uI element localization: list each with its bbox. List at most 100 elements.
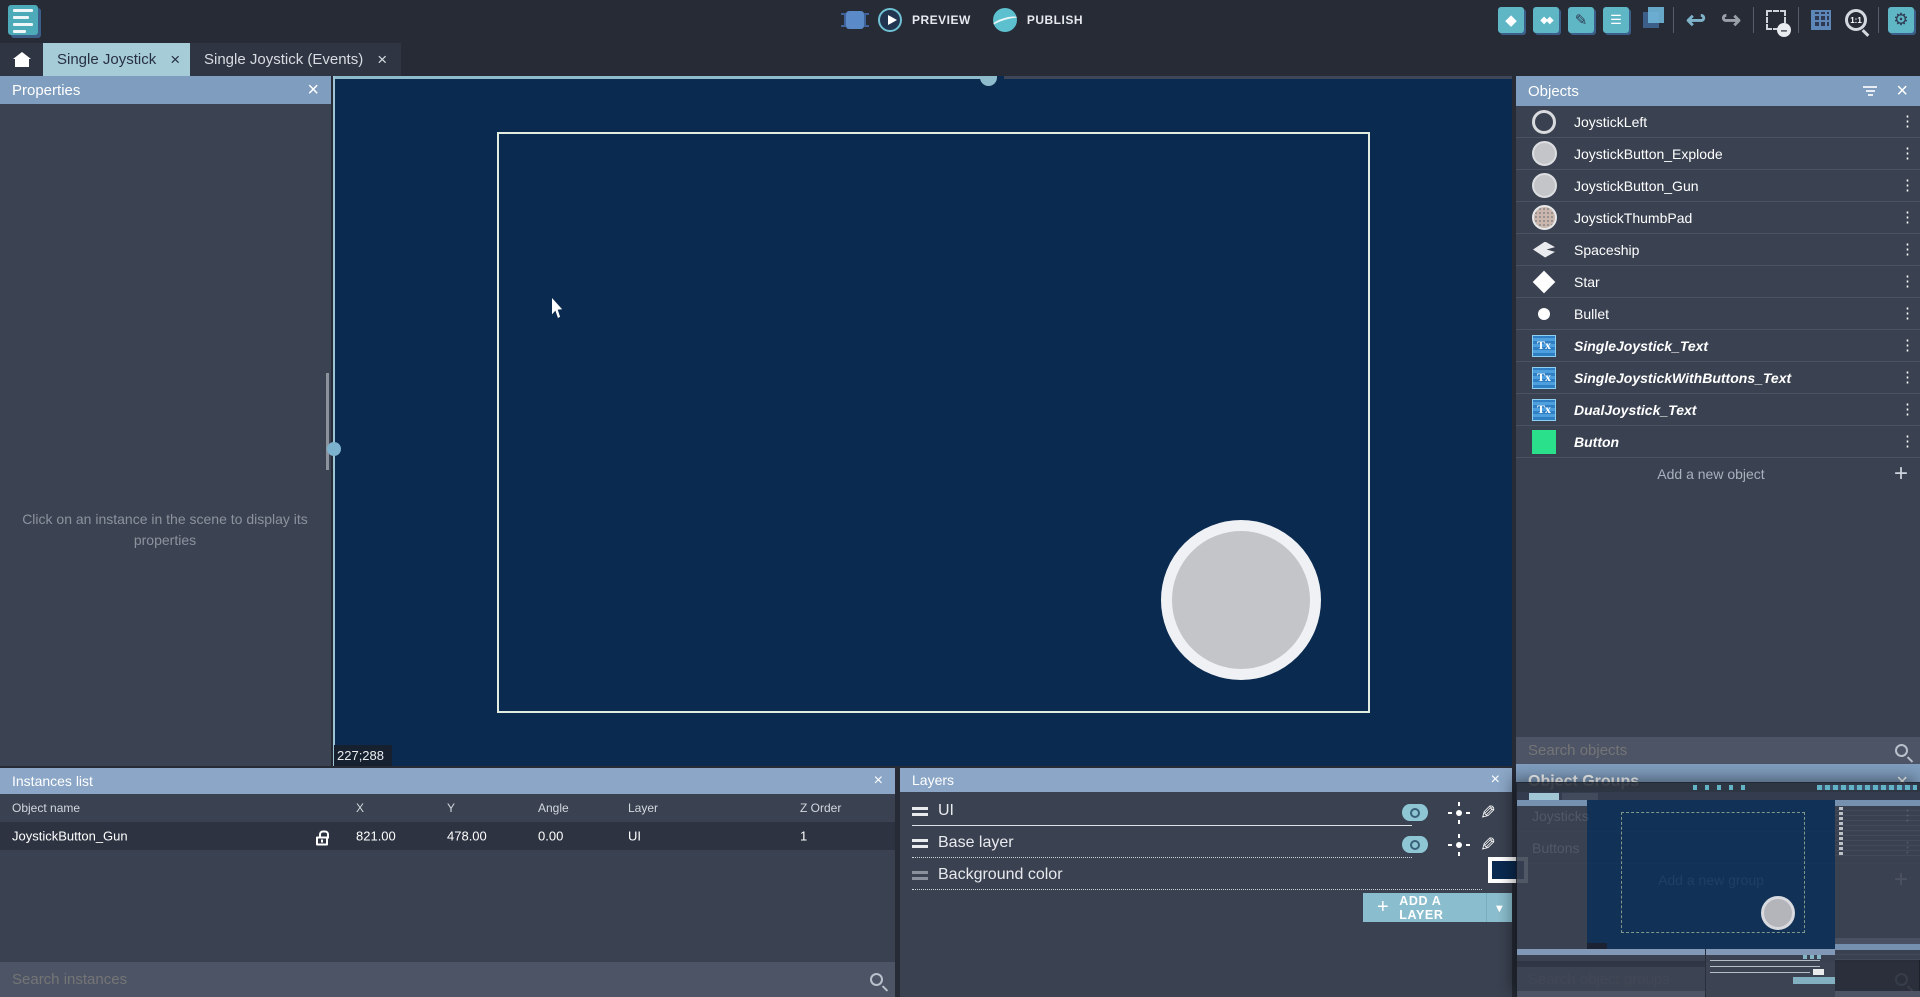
title-bar: PREVIEW PUBLISH ◆ ◆◆ ✎ ☰ ↩ ↪ 1:1 ⚙: [0, 0, 1920, 40]
edit-layer-pencil-icon[interactable]: ✎: [1480, 802, 1496, 825]
column-angle[interactable]: Angle: [538, 801, 569, 815]
text-object-thumbnail-icon: Tx: [1526, 399, 1562, 421]
layers-panel: Layers × UI ✎ Base layer ✎ Background co…: [900, 768, 1512, 997]
column-object-name[interactable]: Object name: [12, 801, 80, 815]
object-row[interactable]: Tx SingleJoystick_Text ⋮: [1516, 330, 1920, 362]
object-row[interactable]: Bullet ⋮: [1516, 298, 1920, 330]
object-row[interactable]: JoystickButton_Explode ⋮: [1516, 138, 1920, 170]
thumbnail-objects-rows: [1835, 806, 1920, 859]
scene-properties-wrench-icon[interactable]: ⚙: [1888, 7, 1914, 33]
column-z-order[interactable]: Z Order: [800, 801, 841, 815]
properties-close-icon[interactable]: ×: [307, 80, 319, 100]
canvas-vertical-scrollbar[interactable]: [326, 373, 329, 470]
object-row[interactable]: JoystickButton_Gun ⋮: [1516, 170, 1920, 202]
undo-icon[interactable]: ↩: [1683, 7, 1709, 33]
add-layer-dropdown-caret[interactable]: ▾: [1486, 893, 1512, 922]
add-layer-button[interactable]: +ADD A LAYER ▾: [1363, 893, 1512, 922]
instance-z-order: 1: [800, 829, 807, 844]
publish-button[interactable]: PUBLISH: [1027, 13, 1083, 27]
layer-effects-icon[interactable]: [1451, 837, 1467, 853]
instance-layer: UI: [628, 829, 641, 844]
canvas-vertical-scroll-handle[interactable]: [327, 442, 341, 456]
layer-name[interactable]: Base layer: [938, 834, 1014, 852]
canvas-horizontal-scrollbar-track[interactable]: [1004, 76, 1512, 79]
scene-canvas[interactable]: 227;288: [333, 76, 1512, 767]
search-objects-input[interactable]: [1528, 742, 1895, 759]
instance-row[interactable]: JoystickButton_Gun 821.00 478.00 0.00 UI…: [0, 822, 895, 850]
textured-circle-thumbnail-icon: [1526, 205, 1562, 230]
object-row[interactable]: Tx SingleJoystickWithButtons_Text ⋮: [1516, 362, 1920, 394]
object-row[interactable]: Tx DualJoystick_Text ⋮: [1516, 394, 1920, 426]
add-object-icon[interactable]: ◆: [1498, 7, 1524, 33]
add-object-plus-icon[interactable]: +: [1894, 462, 1908, 486]
instance-name: JoystickButton_Gun: [12, 829, 128, 844]
app-logo-icon[interactable]: [8, 5, 38, 35]
object-menu-icon[interactable]: ⋮: [1900, 341, 1910, 350]
tab-close-icon[interactable]: ×: [170, 50, 180, 70]
drag-handle-icon[interactable]: [912, 839, 928, 851]
object-menu-icon[interactable]: ⋮: [1900, 373, 1910, 382]
edit-properties-icon[interactable]: ✎: [1568, 7, 1594, 33]
layer-name[interactable]: UI: [938, 802, 954, 820]
layers-panel-icon[interactable]: [1638, 7, 1664, 33]
column-x[interactable]: X: [356, 801, 364, 815]
visibility-eye-icon[interactable]: [1402, 836, 1428, 853]
object-row[interactable]: Star ⋮: [1516, 266, 1920, 298]
object-menu-icon[interactable]: ⋮: [1900, 149, 1910, 158]
delete-selection-icon[interactable]: [1763, 7, 1789, 33]
search-objects-bar[interactable]: [1516, 737, 1920, 764]
object-menu-icon[interactable]: ⋮: [1900, 213, 1910, 222]
layers-close-icon[interactable]: ×: [1491, 772, 1500, 788]
tab-single-joystick-events[interactable]: Single Joystick (Events) ×: [190, 43, 401, 76]
preview-button[interactable]: PREVIEW: [912, 13, 971, 27]
layer-effects-icon[interactable]: [1451, 805, 1467, 821]
object-row[interactable]: JoystickThumbPad ⋮: [1516, 202, 1920, 234]
thumbnail-search-bar: [1517, 991, 1705, 997]
object-row[interactable]: Button ⋮: [1516, 426, 1920, 458]
preview-play-icon[interactable]: [878, 8, 902, 32]
object-menu-icon[interactable]: ⋮: [1900, 245, 1910, 254]
object-menu-icon[interactable]: ⋮: [1900, 117, 1910, 126]
tab-single-joystick[interactable]: Single Joystick ×: [43, 43, 194, 76]
layer-row-ui[interactable]: UI ✎: [900, 796, 1512, 828]
object-menu-icon[interactable]: ⋮: [1900, 437, 1910, 446]
add-object-row[interactable]: Add a new object +: [1516, 458, 1920, 490]
object-name: JoystickThumbPad: [1574, 210, 1900, 226]
layer-name[interactable]: Background color: [938, 866, 1063, 884]
object-menu-icon[interactable]: ⋮: [1900, 309, 1910, 318]
object-menu-icon[interactable]: ⋮: [1900, 277, 1910, 286]
layer-row-background-color[interactable]: Background color: [900, 860, 1512, 892]
object-row[interactable]: Spaceship ⋮: [1516, 234, 1920, 266]
debugger-icon[interactable]: [846, 11, 864, 29]
instances-list-icon[interactable]: ☰: [1603, 7, 1629, 33]
layer-row-base[interactable]: Base layer ✎: [900, 828, 1512, 860]
tab-close-icon[interactable]: ×: [377, 50, 387, 70]
object-menu-icon[interactable]: ⋮: [1900, 405, 1910, 414]
canvas-left-edge: [333, 76, 335, 767]
tab-home[interactable]: [0, 43, 43, 76]
instance-y: 478.00: [447, 829, 487, 844]
column-layer[interactable]: Layer: [628, 801, 658, 815]
grid-icon[interactable]: [1808, 7, 1834, 33]
canvas-horizontal-scrollbar[interactable]: [333, 76, 988, 79]
object-groups-icon[interactable]: ◆◆: [1533, 7, 1559, 33]
publish-globe-icon[interactable]: [993, 8, 1017, 32]
object-name: JoystickButton_Gun: [1574, 178, 1900, 194]
zoom-1to1-icon[interactable]: 1:1: [1843, 7, 1869, 33]
toolbar-separator: [1798, 7, 1799, 33]
objects-close-icon[interactable]: ×: [1896, 81, 1908, 101]
layers-panel-header: Layers ×: [900, 768, 1512, 792]
canvas-horizontal-scroll-handle[interactable]: [980, 76, 997, 86]
instances-close-icon[interactable]: ×: [874, 773, 883, 789]
visibility-eye-icon[interactable]: [1402, 804, 1428, 821]
drag-handle-icon[interactable]: [912, 807, 928, 819]
search-instances-bar[interactable]: [0, 962, 895, 997]
object-row[interactable]: JoystickLeft ⋮: [1516, 106, 1920, 138]
joystick-button-instance[interactable]: [1161, 520, 1321, 680]
redo-icon[interactable]: ↪: [1718, 7, 1744, 33]
column-y[interactable]: Y: [447, 801, 455, 815]
edit-layer-pencil-icon[interactable]: ✎: [1480, 834, 1496, 857]
search-instances-input[interactable]: [12, 971, 870, 988]
object-menu-icon[interactable]: ⋮: [1900, 181, 1910, 190]
filter-icon[interactable]: [1862, 86, 1878, 96]
